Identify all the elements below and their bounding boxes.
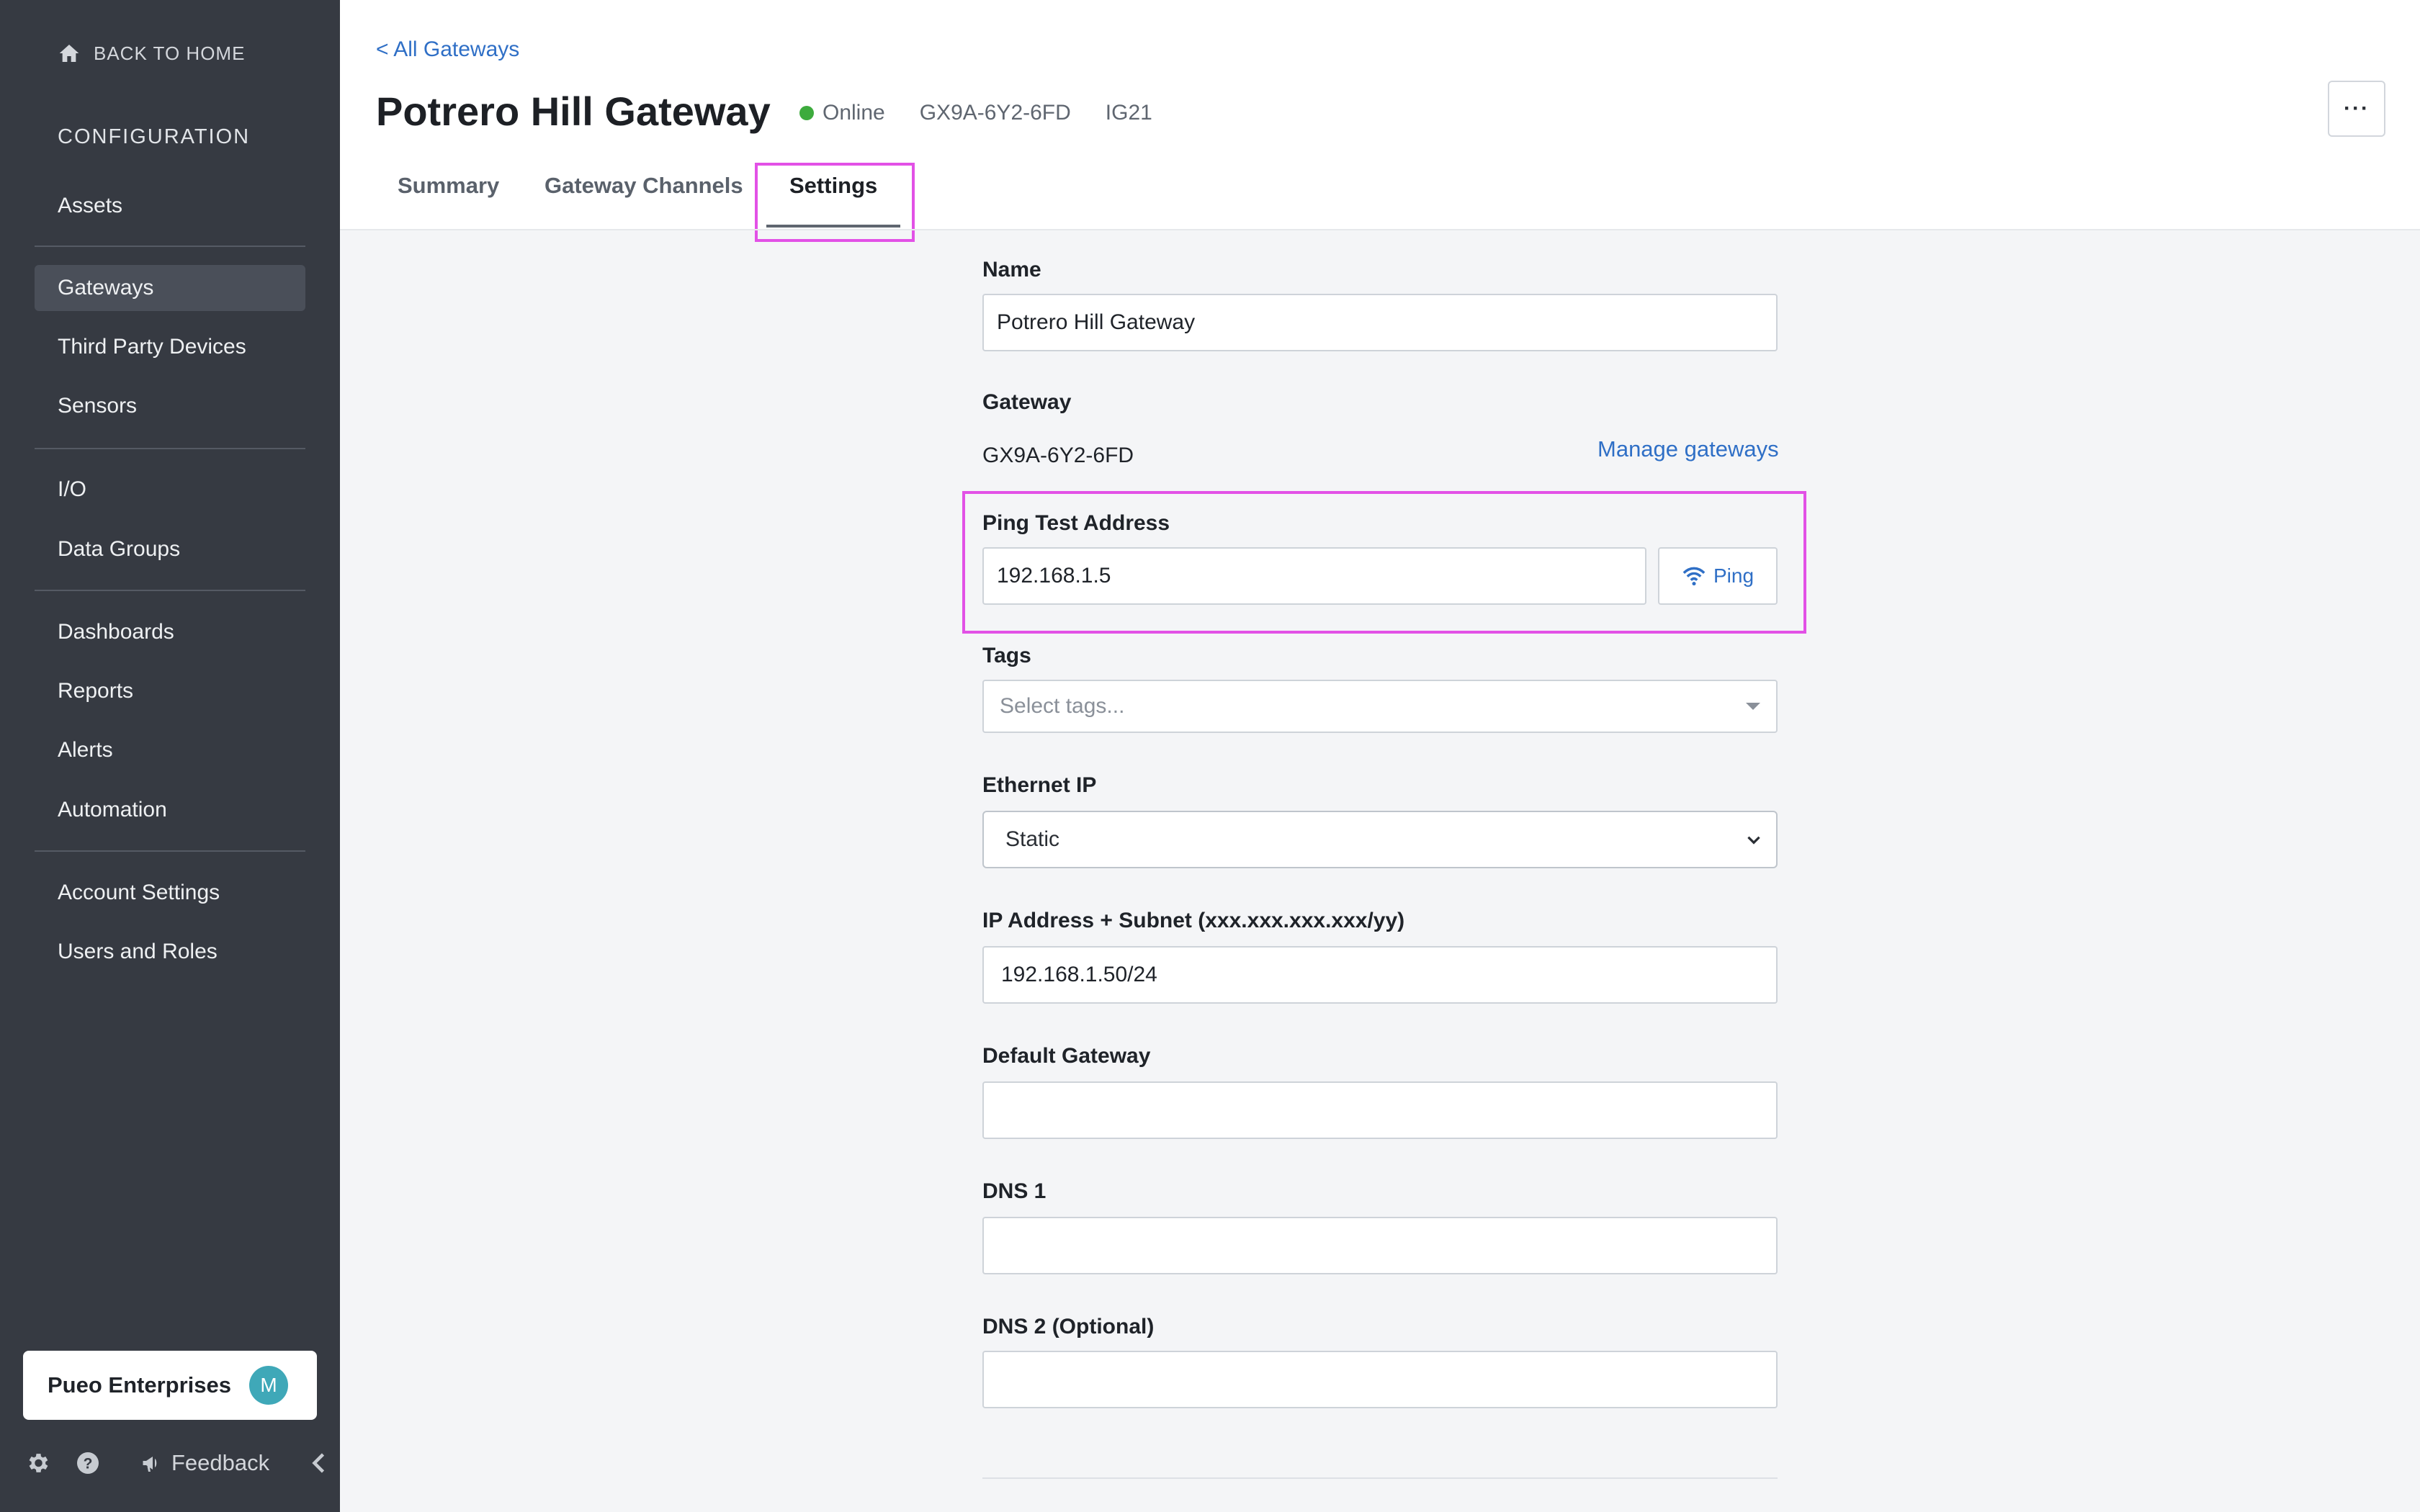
back-to-home-label: BACK TO HOME xyxy=(94,42,246,64)
chevron-down-icon xyxy=(1747,836,1760,845)
gateway-model: IG21 xyxy=(1105,101,1152,125)
gateway-serial-value: GX9A-6Y2-6FD xyxy=(982,444,1134,467)
tags-select[interactable]: Select tags... xyxy=(982,680,1778,733)
more-options-button[interactable]: ··· xyxy=(2328,81,2385,137)
avatar: M xyxy=(249,1366,288,1405)
gateway-meta: Online GX9A-6Y2-6FD IG21 xyxy=(799,101,1152,125)
ip-subnet-label: IP Address + Subnet (xxx.xxx.xxx.xxx/yy) xyxy=(982,909,1405,932)
sidebar-divider xyxy=(35,448,305,449)
megaphone-icon xyxy=(143,1457,157,1472)
gateway-label: Gateway xyxy=(982,390,1072,414)
dns1-input[interactable] xyxy=(982,1217,1778,1274)
ethernet-ip-value: Static xyxy=(1005,827,1060,851)
sidebar-item-alerts[interactable]: Alerts xyxy=(35,727,305,773)
ping-test-address-label: Ping Test Address xyxy=(982,511,1170,535)
feedback-button[interactable]: Feedback xyxy=(140,1450,269,1476)
sidebar-footer: ? Feedback xyxy=(24,1450,333,1476)
back-to-home-link[interactable]: BACK TO HOME xyxy=(58,42,245,65)
name-label: Name xyxy=(982,258,1041,282)
status-dot-icon xyxy=(799,106,814,120)
page-header: < All Gateways Potrero Hill Gateway Onli… xyxy=(340,0,2420,229)
name-input[interactable] xyxy=(982,294,1778,351)
dns2-input[interactable] xyxy=(982,1351,1778,1408)
sidebar-item-automation[interactable]: Automation xyxy=(35,787,305,833)
form-divider xyxy=(982,1477,1778,1479)
breadcrumb-all-gateways[interactable]: < All Gateways xyxy=(376,37,519,62)
feedback-label: Feedback xyxy=(171,1450,270,1475)
sidebar-divider xyxy=(35,590,305,591)
sidebar-divider xyxy=(35,246,305,247)
ping-button-label: Ping xyxy=(1713,564,1754,587)
tags-placeholder: Select tags... xyxy=(1000,694,1125,718)
ethernet-ip-label: Ethernet IP xyxy=(982,773,1097,797)
header-divider xyxy=(340,229,2420,230)
ethernet-ip-select[interactable]: Static xyxy=(982,811,1778,868)
dns1-label: DNS 1 xyxy=(982,1179,1047,1203)
home-icon xyxy=(59,45,79,62)
sidebar-item-data-groups[interactable]: Data Groups xyxy=(35,526,305,572)
dns2-label: DNS 2 (Optional) xyxy=(982,1315,1155,1338)
sidebar-item-dashboards[interactable]: Dashboards xyxy=(35,609,305,655)
sidebar: BACK TO HOME CONFIGURATION Assets Gatewa… xyxy=(0,0,340,1512)
svg-text:?: ? xyxy=(84,1456,93,1472)
chevron-left-icon[interactable] xyxy=(307,1450,333,1476)
gateway-serial: GX9A-6Y2-6FD xyxy=(919,101,1071,125)
sidebar-item-assets[interactable]: Assets xyxy=(35,183,305,229)
sidebar-item-sensors[interactable]: Sensors xyxy=(35,383,305,429)
tags-label: Tags xyxy=(982,644,1031,667)
wifi-icon xyxy=(1682,567,1706,586)
sidebar-item-third-party-devices[interactable]: Third Party Devices xyxy=(35,324,305,370)
sidebar-item-account-settings[interactable]: Account Settings xyxy=(35,870,305,916)
sidebar-item-gateways[interactable]: Gateways xyxy=(35,265,305,311)
default-gateway-input[interactable] xyxy=(982,1081,1778,1139)
organization-name: Pueo Enterprises xyxy=(48,1372,231,1398)
configuration-heading: CONFIGURATION xyxy=(58,125,251,148)
ping-button[interactable]: Ping xyxy=(1658,547,1778,605)
sidebar-item-reports[interactable]: Reports xyxy=(35,668,305,714)
gear-icon[interactable] xyxy=(24,1450,50,1476)
sidebar-item-io[interactable]: I/O xyxy=(35,467,305,513)
status-badge: Online xyxy=(823,101,885,125)
tab-summary[interactable]: Summary xyxy=(398,173,499,199)
ping-test-address-input[interactable] xyxy=(982,547,1646,605)
organization-switcher[interactable]: Pueo Enterprises M xyxy=(23,1351,317,1420)
default-gateway-label: Default Gateway xyxy=(982,1044,1151,1068)
tab-gateway-channels[interactable]: Gateway Channels xyxy=(544,173,743,199)
sidebar-item-users-and-roles[interactable]: Users and Roles xyxy=(35,929,305,975)
sidebar-divider xyxy=(35,850,305,852)
page-title: Potrero Hill Gateway xyxy=(376,89,771,134)
help-icon[interactable]: ? xyxy=(75,1450,101,1476)
caret-down-icon xyxy=(1746,703,1760,710)
ip-subnet-input[interactable] xyxy=(982,946,1778,1004)
manage-gateways-link[interactable]: Manage gateways xyxy=(1597,436,1779,462)
